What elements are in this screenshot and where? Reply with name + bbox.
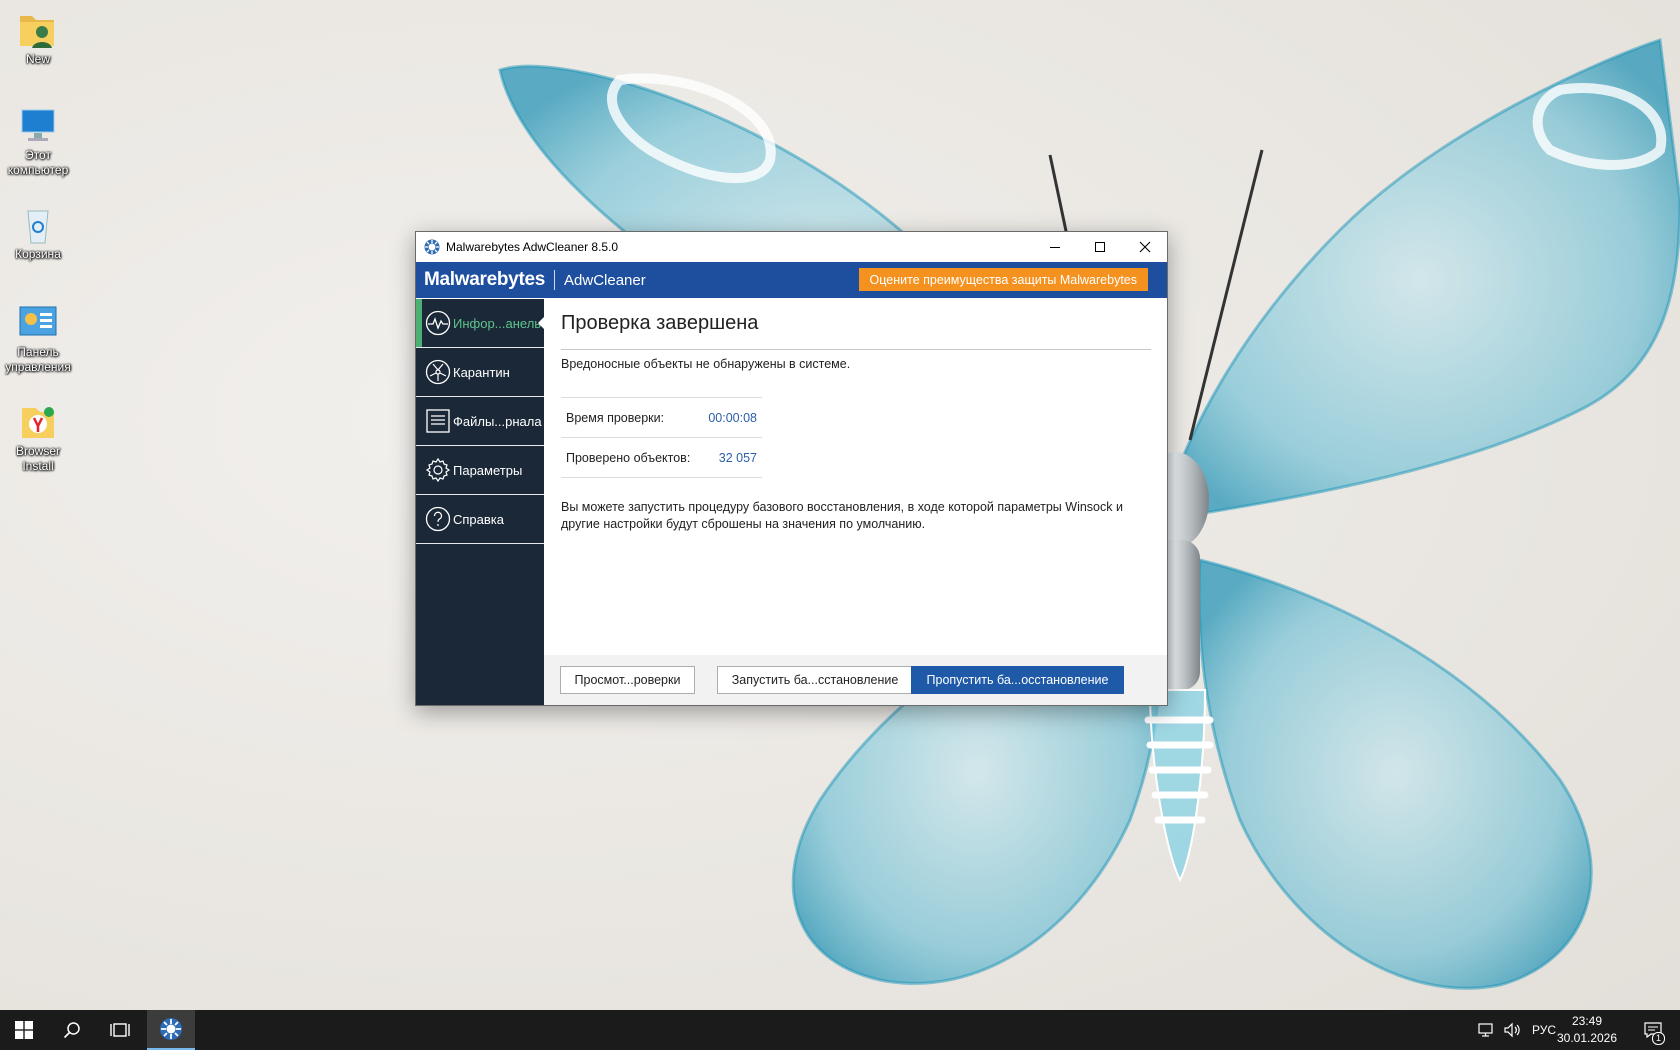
- clock-time: 23:49: [1571, 1014, 1603, 1028]
- folder-user-icon: [16, 10, 60, 50]
- sidebar-item-label: Справка: [453, 511, 504, 527]
- promo-button[interactable]: Оцените преимущества защиты Malwarebytes: [858, 268, 1148, 291]
- main-panel: Проверка завершена Вредоносные объекты н…: [544, 299, 1167, 705]
- volume-tray[interactable]: [1503, 1010, 1521, 1050]
- computer-icon: [16, 106, 60, 146]
- quarantine-icon: [425, 359, 451, 385]
- desktop-icon-this-pc[interactable]: Этот компьютер: [0, 96, 76, 178]
- sidebar-item-label: Карантин: [453, 364, 510, 380]
- dashboard-pulse-icon: [425, 310, 451, 336]
- stat-value: 32 057: [718, 450, 757, 465]
- scan-status-text: Вредоносные объекты не обнаружены в сист…: [561, 357, 851, 371]
- clock-date: 30.01.2026: [1556, 1031, 1618, 1045]
- recycle-bin-icon: [16, 205, 60, 245]
- control-panel-icon: [16, 303, 60, 343]
- brand-divider: [554, 270, 556, 290]
- basic-repair-info: Вы можете запустить процедуру базового в…: [561, 500, 1123, 531]
- run-basic-repair-button[interactable]: Запустить ба...сстановление: [717, 666, 913, 694]
- window-title: Malwarebytes AdwCleaner 8.5.0: [446, 240, 619, 254]
- sidebar-item-label: Параметры: [453, 462, 523, 478]
- help-icon: [425, 506, 451, 532]
- start-button[interactable]: [0, 1010, 48, 1050]
- sidebar-item-quarantine[interactable]: Карантин: [416, 348, 544, 397]
- sidebar: Инфор...анель Карантин Файлы...рнала Пар…: [416, 299, 545, 705]
- title-bar[interactable]: Malwarebytes AdwCleaner 8.5.0: [416, 232, 1167, 262]
- log-file-icon: [425, 408, 451, 434]
- action-center-button[interactable]: 1: [1638, 1010, 1668, 1050]
- search-icon: [63, 1022, 80, 1039]
- desktop-icon-label: Browser Install: [15, 444, 60, 473]
- windows-logo-icon: [15, 1021, 33, 1039]
- sidebar-item-label: Файлы...рнала: [453, 413, 542, 429]
- stat-label: Проверено объектов:: [566, 450, 691, 465]
- sidebar-item-settings[interactable]: Параметры: [416, 446, 544, 495]
- desktop-icon-recycle-bin[interactable]: Корзина: [0, 195, 76, 262]
- sidebar-item-log-files[interactable]: Файлы...рнала: [416, 397, 544, 446]
- adwcleaner-taskbar-icon: [160, 1018, 182, 1040]
- product-name: AdwCleaner: [564, 271, 646, 289]
- desktop-icon-label: Панель управления: [5, 345, 71, 374]
- scan-stats-table: Время проверки: 00:00:08 Проверено объек…: [561, 397, 762, 478]
- close-icon: [1139, 241, 1150, 253]
- stat-row-scan-time: Время проверки: 00:00:08: [561, 397, 762, 437]
- network-icon: [1478, 1023, 1493, 1037]
- view-scan-log-button[interactable]: Просмот...роверки: [560, 666, 695, 694]
- title-divider: [561, 349, 1151, 350]
- brand-header: Malwarebytes AdwCleaner Оцените преимуще…: [416, 262, 1167, 298]
- notification-count-badge: 1: [1651, 1032, 1665, 1045]
- search-button[interactable]: [48, 1010, 96, 1050]
- browser-installer-icon: [16, 402, 60, 442]
- sidebar-item-help[interactable]: Справка: [416, 495, 544, 544]
- gear-icon: [425, 457, 451, 483]
- desktop-icon-browser-install[interactable]: Browser Install: [0, 392, 76, 474]
- adwcleaner-app-icon: [424, 239, 440, 255]
- speaker-icon: [1504, 1022, 1520, 1038]
- network-tray[interactable]: [1478, 1010, 1496, 1050]
- task-view-icon: [110, 1023, 130, 1037]
- minimize-icon: [1049, 247, 1060, 248]
- maximize-button[interactable]: [1077, 232, 1122, 262]
- stat-label: Время проверки:: [566, 410, 665, 425]
- maximize-icon: [1094, 242, 1105, 252]
- malwarebytes-logo: Malwarebytes: [424, 269, 546, 290]
- sidebar-item-label: Инфор...анель: [453, 315, 542, 331]
- adwcleaner-window: Malwarebytes AdwCleaner 8.5.0 Malwarebyt…: [415, 231, 1168, 706]
- page-title: Проверка завершена: [561, 312, 759, 334]
- stat-row-objects-scanned: Проверено объектов: 32 057: [561, 437, 762, 478]
- desktop-icon-control-panel[interactable]: Панель управления: [0, 293, 76, 375]
- taskbar-app-adwcleaner[interactable]: [147, 1010, 195, 1050]
- skip-basic-repair-button[interactable]: Пропустить ба...осстановление: [911, 666, 1124, 694]
- task-view-button[interactable]: [96, 1010, 144, 1050]
- desktop-icon-new-folder[interactable]: New: [0, 0, 76, 67]
- close-button[interactable]: [1122, 232, 1167, 262]
- action-footer: Просмот...роверки Запустить ба...сстанов…: [544, 655, 1167, 705]
- taskbar: РУС 23:49 30.01.2026 1: [0, 1010, 1680, 1050]
- desktop-icon-label: Этот компьютер: [7, 148, 69, 177]
- system-clock[interactable]: 23:49 30.01.2026: [1552, 1013, 1622, 1047]
- desktop-icon-label: Корзина: [15, 247, 61, 261]
- minimize-button[interactable]: [1032, 232, 1077, 262]
- desktop-icon-label: New: [25, 52, 50, 66]
- stat-value: 00:00:08: [708, 410, 757, 425]
- sidebar-item-dashboard[interactable]: Инфор...анель: [416, 299, 545, 348]
